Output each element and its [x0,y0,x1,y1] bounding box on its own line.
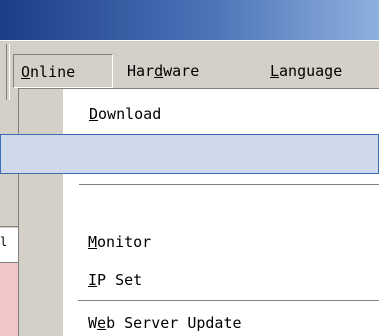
menu-item-ip-set-suffix: P Set [97,271,143,289]
menu-hardware-prefix: Har [127,62,155,80]
app-window: Online Hardware Language l Download Uplo… [0,0,379,336]
menu-item-monitor-mnemonic: M [88,233,98,251]
menubar-grip [6,44,10,100]
menu-language[interactable]: Language [270,54,342,88]
menu-item-web-server-update-prefix: W [88,314,98,332]
menu-item-ip-set-mnemonic: I [88,271,98,289]
menu-hardware-mnemonic: d [154,62,164,80]
background-edge-text: l [0,235,8,249]
menu-language-mnemonic: L [270,62,280,80]
background-pink-area [0,262,18,336]
menu-item-download-mnemonic: D [89,105,99,123]
menu-hardware[interactable]: Hardware [127,54,199,88]
menu-separator-2 [78,300,379,301]
menu-item-download[interactable]: Download [89,99,161,129]
menu-item-highlight [0,134,379,174]
menu-item-web-server-update-suffix: b Server Update [106,314,242,332]
menu-online-suffix: nline [30,63,76,81]
menu-hardware-suffix: ware [163,62,200,80]
title-bar [0,0,379,40]
menu-item-web-server-update-mnemonic: e [97,314,107,332]
online-dropdown-menu: Download Upload [18,88,379,336]
menu-item-monitor-suffix: onitor [97,233,152,251]
menu-item-ip-set[interactable]: IP Set [88,265,142,295]
menu-item-list: Download Upload [63,89,379,336]
menu-separator [79,184,379,185]
menu-item-web-server-update[interactable]: Web Server Update [88,308,242,336]
menu-online[interactable]: Online [13,54,113,88]
menu-language-suffix: anguage [279,62,343,80]
menu-icon-gutter [19,89,63,336]
menu-online-mnemonic: O [21,63,31,81]
background-divider [0,226,18,227]
menu-item-monitor[interactable]: Monitor [88,227,151,257]
menu-item-download-suffix: ownload [98,105,162,123]
